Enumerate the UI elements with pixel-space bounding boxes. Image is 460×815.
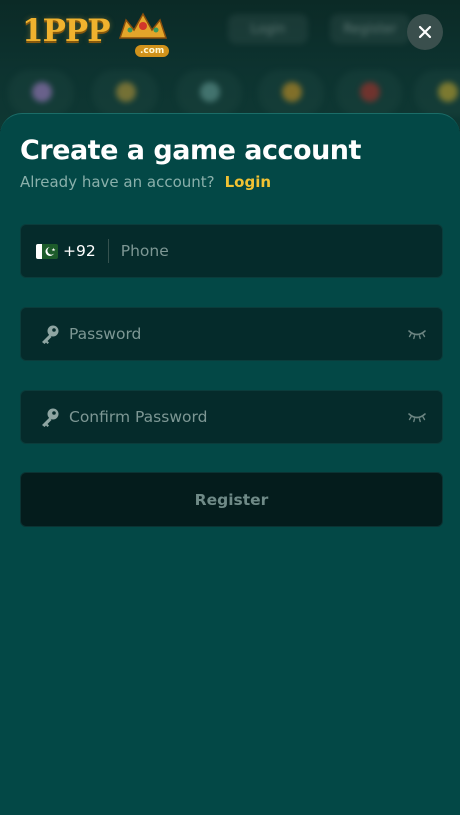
register-button[interactable]: Register (20, 472, 443, 527)
pakistan-flag-icon[interactable] (36, 243, 58, 259)
password-input[interactable] (69, 308, 407, 360)
confirm-password-input[interactable] (69, 391, 407, 443)
category-chip (8, 70, 74, 116)
category-chip (414, 70, 460, 116)
blurred-header-content: Login Register (0, 0, 460, 130)
login-prompt: Already have an account? Login (20, 173, 271, 191)
category-chip (92, 70, 158, 116)
eye-closed-icon[interactable] (407, 411, 427, 423)
category-chip (176, 70, 242, 116)
signup-sheet (0, 113, 460, 815)
eye-closed-icon[interactable] (407, 328, 427, 340)
page-title: Create a game account (20, 135, 361, 166)
country-code[interactable]: +92 (63, 242, 96, 260)
background-header: 1PPP .com Login Register (0, 0, 460, 130)
confirm-password-field (20, 390, 443, 444)
password-field (20, 307, 443, 361)
phone-input[interactable] (120, 225, 442, 277)
category-chip (258, 70, 324, 116)
field-divider (107, 239, 109, 263)
header-register-button: Register (330, 14, 410, 44)
close-icon (418, 25, 432, 39)
key-icon (42, 325, 59, 344)
login-link[interactable]: Login (225, 173, 271, 191)
key-icon (42, 408, 59, 427)
header-login-button: Login (228, 14, 308, 44)
login-prompt-text: Already have an account? (20, 173, 215, 191)
phone-field: +92 (20, 224, 443, 278)
category-chip (336, 70, 402, 116)
close-button[interactable] (407, 14, 443, 50)
